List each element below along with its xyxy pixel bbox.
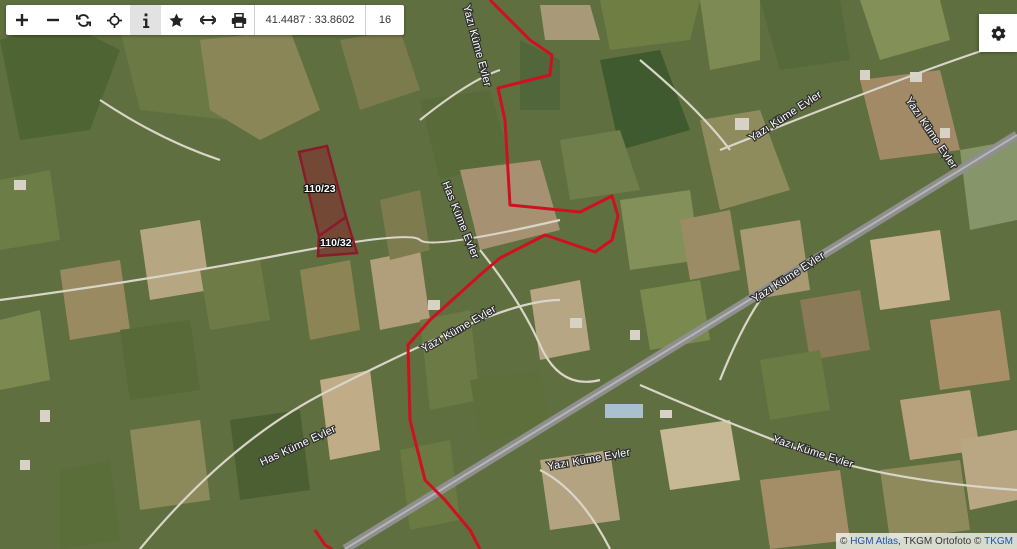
info-icon xyxy=(142,12,149,28)
locate-button[interactable] xyxy=(99,5,130,35)
measure-button[interactable] xyxy=(192,5,223,35)
zoom-level: 16 xyxy=(365,5,404,35)
hgm-atlas-link[interactable]: HGM Atlas xyxy=(850,536,898,547)
gear-icon xyxy=(991,25,1005,41)
zoom-out-button[interactable] xyxy=(37,5,68,35)
print-button[interactable] xyxy=(223,5,254,35)
attribution-text: , TKGM Ortofoto © xyxy=(898,535,982,547)
satellite-map[interactable]: 110/23 110/32 Yazı Küme Evler Has Küme E… xyxy=(0,0,1017,549)
star-icon xyxy=(169,12,184,27)
tkgm-link[interactable]: TKGM xyxy=(984,536,1013,547)
plus-icon xyxy=(15,14,28,26)
printer-icon xyxy=(231,12,246,28)
map-toolbar: 41.4487 : 33.8602 16 xyxy=(6,5,404,35)
settings-button[interactable] xyxy=(979,14,1017,52)
zoom-in-button[interactable] xyxy=(6,5,37,35)
coordinates-readout: 41.4487 : 33.8602 xyxy=(254,5,365,35)
refresh-button[interactable] xyxy=(68,5,99,35)
parcel-label: 110/32 xyxy=(320,237,352,249)
favorite-button[interactable] xyxy=(161,5,192,35)
copyright-symbol: © xyxy=(840,535,848,547)
refresh-icon xyxy=(76,13,91,27)
attribution: © HGM Atlas, TKGM Ortofoto © TKGM xyxy=(836,533,1017,549)
crosshair-icon xyxy=(107,12,122,28)
minus-icon xyxy=(46,18,59,22)
parcel-label: 110/23 xyxy=(304,183,336,195)
info-button[interactable] xyxy=(130,5,161,35)
measure-arrows-icon xyxy=(199,15,216,25)
